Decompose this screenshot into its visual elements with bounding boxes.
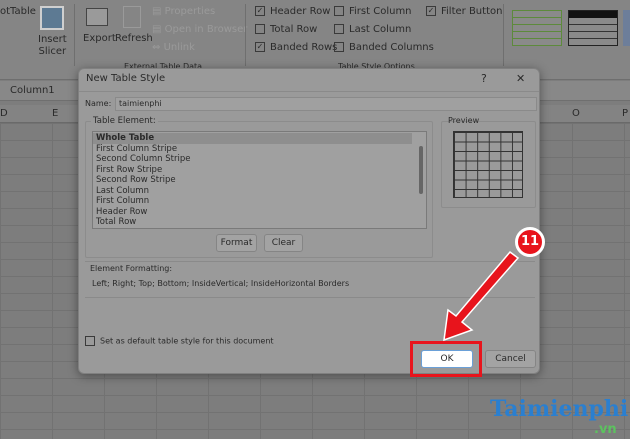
watermark-text: Taimienphi [490, 396, 629, 422]
annotation-arrow [443, 250, 520, 342]
watermark-logo: Taimienphi [490, 396, 628, 422]
step-badge: 11 [515, 227, 545, 257]
watermark-suffix: .vn [594, 422, 617, 437]
